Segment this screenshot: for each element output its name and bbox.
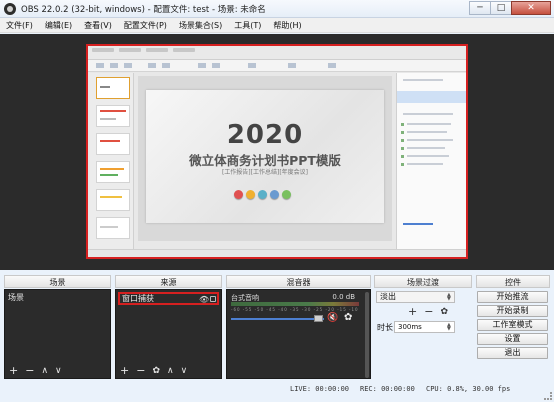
start-streaming-button[interactable]: 开始推流	[477, 291, 548, 303]
mixer-dock-title: 混音器	[226, 275, 371, 288]
mixer-gear-icon[interactable]: ✿	[344, 312, 352, 323]
slide-dot-2	[258, 190, 267, 199]
volume-slider[interactable]	[231, 318, 324, 320]
duration-label: 时长	[377, 323, 393, 332]
add-transition-button[interactable]: +	[408, 306, 417, 318]
maximize-button[interactable]: □	[490, 1, 512, 15]
slide-dot-3	[270, 190, 279, 199]
title-bar: OBS 22.0.2 (32-bit, windows) - 配置文件: tes…	[0, 0, 554, 18]
remove-scene-button[interactable]: −	[25, 365, 34, 377]
scenes-dock-title: 场景	[4, 275, 111, 288]
start-recording-button[interactable]: 开始录制	[477, 305, 548, 317]
remove-source-button[interactable]: −	[136, 365, 145, 377]
settings-button[interactable]: 设置	[477, 333, 548, 345]
obs-logo-icon	[4, 2, 16, 15]
transition-toolbar: + − ✿	[408, 306, 455, 318]
captured-status-bar	[88, 249, 466, 257]
slide-subtitle: [工作报告][工作总结][年度会议]	[221, 169, 309, 176]
resize-grip-icon[interactable]	[544, 392, 552, 400]
rec-time: REC: 00:00:00	[360, 385, 415, 393]
move-source-down-button[interactable]: ∨	[181, 365, 188, 377]
select-arrows-icon: ▲ ▼	[447, 292, 451, 302]
slide-dot-1	[246, 190, 255, 199]
transition-gear-icon[interactable]: ✿	[440, 306, 448, 318]
menu-help[interactable]: 帮助(H)	[267, 20, 307, 31]
sources-dock-title: 来源	[115, 275, 222, 288]
transitions-dock-title: 场景过渡	[374, 275, 472, 288]
add-source-button[interactable]: +	[120, 365, 129, 377]
studio-mode-button[interactable]: 工作室模式	[477, 319, 548, 331]
transition-select[interactable]: 淡出 ▲ ▼	[376, 291, 455, 303]
duration-input[interactable]: 300ms ▲ ▼	[394, 321, 455, 333]
scenes-panel: 场景 + − ∧ ∨	[4, 289, 111, 379]
source-item-label: 窗口捕获	[122, 294, 154, 303]
minimize-button[interactable]: ─	[469, 1, 491, 15]
captured-slide-editor: 2020 微立体商务计划书PPT模版 [工作报告][工作总结][年度会议]	[138, 76, 392, 241]
preview-canvas[interactable]: 2020 微立体商务计划书PPT模版 [工作报告][工作总结][年度会议]	[86, 44, 468, 259]
cpu-fps: CPU: 0.8%, 30.00 fps	[426, 385, 511, 393]
menu-tools[interactable]: 工具(T)	[228, 20, 267, 31]
preview-area: 2020 微立体商务计划书PPT模版 [工作报告][工作总结][年度会议]	[0, 34, 554, 270]
menu-edit[interactable]: 编辑(E)	[39, 20, 78, 31]
captured-window-toolbar	[88, 60, 466, 72]
remove-transition-button[interactable]: −	[424, 306, 433, 318]
source-properties-gear-icon[interactable]: ✿	[152, 365, 160, 377]
slide-dot-0	[234, 190, 243, 199]
audio-level-meter	[231, 302, 359, 306]
slide-dot-4	[282, 190, 291, 199]
slide-year: 2020	[226, 120, 304, 150]
captured-slide-thumbnails	[90, 73, 134, 253]
exit-button[interactable]: 退出	[477, 347, 548, 359]
captured-slide: 2020 微立体商务计划书PPT模版 [工作报告][工作总结][年度会议]	[146, 90, 384, 223]
mixer-panel: 台式音响 0.0 dB -60 -55 -50 -45 -40 -35 -30 …	[226, 289, 371, 379]
duration-spin-icon[interactable]: ▲ ▼	[447, 323, 453, 332]
transition-selected-value: 淡出	[380, 292, 396, 301]
window-title: OBS 22.0.2 (32-bit, windows) - 配置文件: tes…	[21, 4, 266, 15]
slide-dots	[234, 190, 294, 199]
scene-item[interactable]: 场景	[8, 292, 24, 304]
sources-panel: 窗口捕获 👁 + − ✿ ∧ ∨	[115, 289, 222, 379]
scenes-toolbar: + − ∧ ∨	[9, 365, 69, 377]
menu-scene-collection[interactable]: 场景集合(S)	[173, 20, 228, 31]
mute-speaker-icon[interactable]: 🔇	[327, 313, 338, 323]
mixer-scrollbar[interactable]	[365, 292, 369, 378]
lock-icon[interactable]	[210, 296, 216, 302]
controls-dock-title: 控件	[476, 275, 550, 288]
captured-window-titlebar	[88, 46, 466, 60]
visibility-eye-icon[interactable]: 👁	[199, 295, 209, 304]
live-time: LIVE: 00:00:00	[290, 385, 350, 393]
meter-ticks: -60 -55 -50 -45 -40 -35 -30 -25 -20 -15 …	[231, 307, 359, 312]
source-item[interactable]: 窗口捕获 👁	[118, 292, 219, 305]
captured-right-panel	[396, 73, 466, 253]
menu-profile[interactable]: 配置文件(P)	[118, 20, 173, 31]
sources-toolbar: + − ✿ ∧ ∨	[120, 365, 194, 377]
duration-value: 300ms	[398, 323, 422, 331]
menu-file[interactable]: 文件(F)	[0, 20, 39, 31]
move-scene-up-button[interactable]: ∧	[41, 365, 48, 377]
menu-bar: 文件(F) 编辑(E) 查看(V) 配置文件(P) 场景集合(S) 工具(T) …	[0, 18, 554, 33]
mixer-db-value: 0.0 dB	[332, 293, 355, 301]
status-bar: LIVE: 00:00:00 REC: 00:00:00 CPU: 0.8%, …	[0, 384, 554, 402]
volume-slider-thumb[interactable]	[314, 315, 323, 322]
close-button[interactable]: ✕	[511, 1, 551, 15]
bottom-dock: 场景 场景 + − ∧ ∨ 来源 窗口捕获 👁 + − ✿ ∧ ∨ 混音器 台式…	[0, 270, 554, 384]
window-controls: ─ □ ✕	[469, 1, 551, 15]
menu-view[interactable]: 查看(V)	[78, 20, 118, 31]
move-source-up-button[interactable]: ∧	[167, 365, 174, 377]
add-scene-button[interactable]: +	[9, 365, 18, 377]
move-scene-down-button[interactable]: ∨	[55, 365, 62, 377]
